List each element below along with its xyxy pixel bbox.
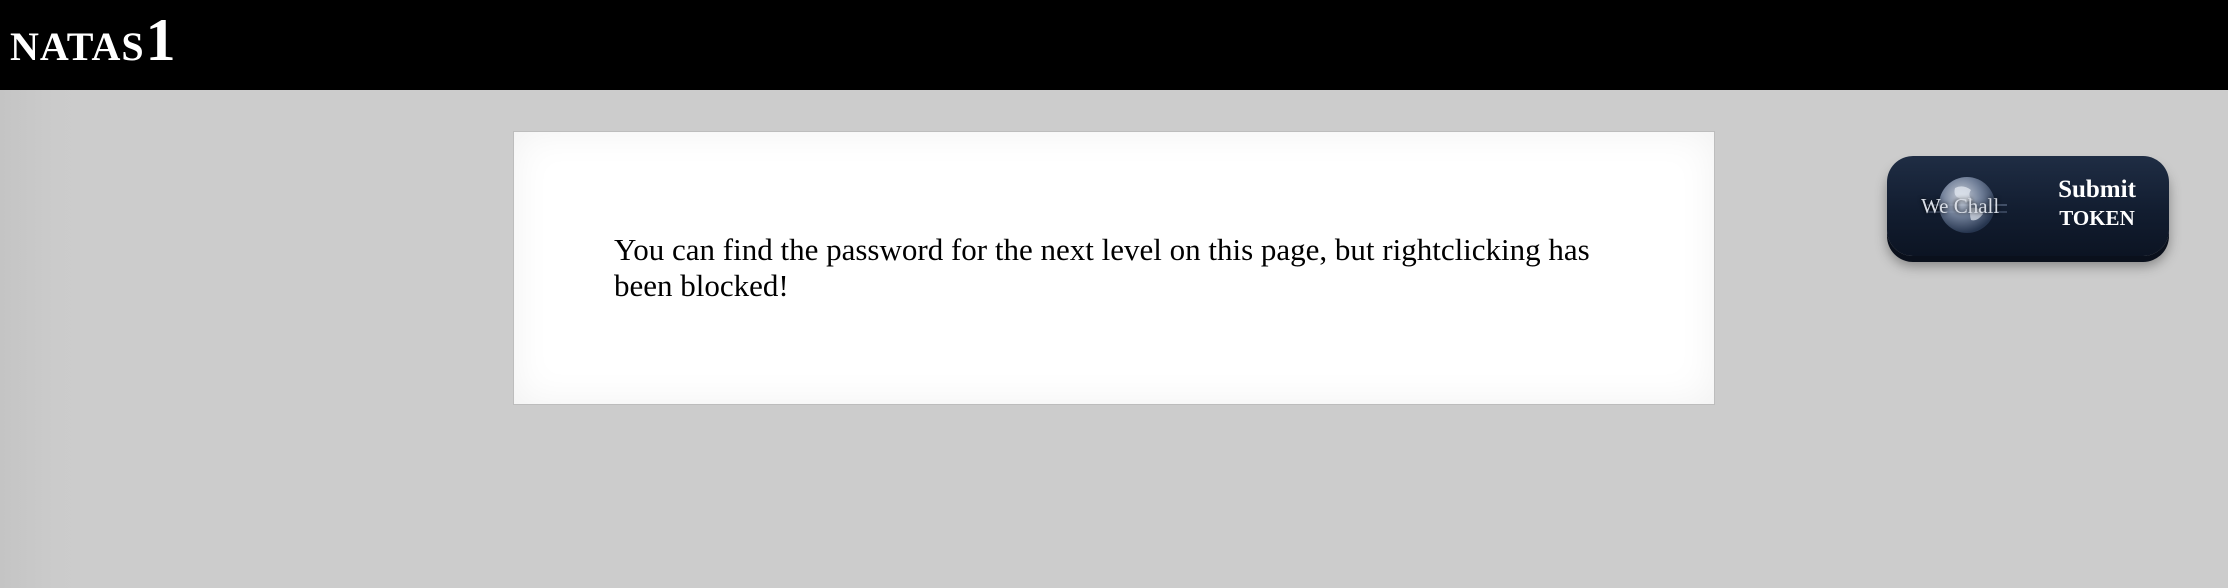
wechall-submit-token-button[interactable]: We Chall Submit TOKEN bbox=[1887, 156, 2169, 256]
content-card: You can find the password for the next l… bbox=[513, 131, 1715, 405]
submit-token-label: Submit TOKEN bbox=[2037, 176, 2157, 232]
submit-label-line1: Submit bbox=[2058, 176, 2136, 203]
wechall-logo-text: We Chall bbox=[1921, 194, 2000, 218]
site-title: NATAS1 bbox=[10, 6, 177, 75]
left-gutter bbox=[0, 90, 90, 588]
level-number: 1 bbox=[145, 7, 177, 73]
content-message: You can find the password for the next l… bbox=[614, 232, 1590, 303]
site-title-text: NATAS bbox=[10, 24, 145, 69]
header-bar: NATAS1 bbox=[0, 0, 2228, 90]
submit-label-line2: TOKEN bbox=[2059, 206, 2135, 230]
